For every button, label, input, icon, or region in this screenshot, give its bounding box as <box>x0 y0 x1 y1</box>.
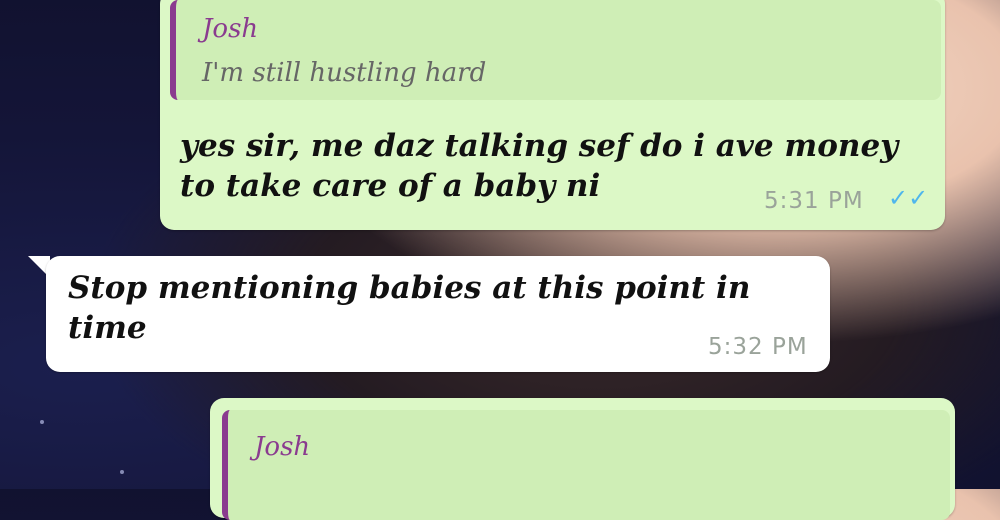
quote-author: Josh <box>254 432 311 462</box>
message-timestamp: 5:32 PM <box>708 334 808 360</box>
outgoing-message-bubble[interactable]: Josh I'm still hustling hard yes sir, me… <box>160 0 945 230</box>
wallpaper-sparkle <box>120 470 124 474</box>
quote-author: Josh <box>202 14 259 44</box>
outgoing-message-bubble[interactable]: Josh <box>210 398 955 520</box>
quote-text: I'm still hustling hard <box>202 58 487 88</box>
message-text: Stop mentioning babies at this point in … <box>68 270 751 346</box>
incoming-message-bubble[interactable]: Stop mentioning babies at this point in … <box>46 256 830 372</box>
double-check-blue-icon: ✓✓ <box>888 184 929 212</box>
reply-quote[interactable]: Josh <box>222 410 950 520</box>
wallpaper-sparkle <box>40 420 44 424</box>
reply-quote[interactable]: Josh I'm still hustling hard <box>170 0 941 100</box>
message-timestamp: 5:31 PM <box>764 188 864 214</box>
